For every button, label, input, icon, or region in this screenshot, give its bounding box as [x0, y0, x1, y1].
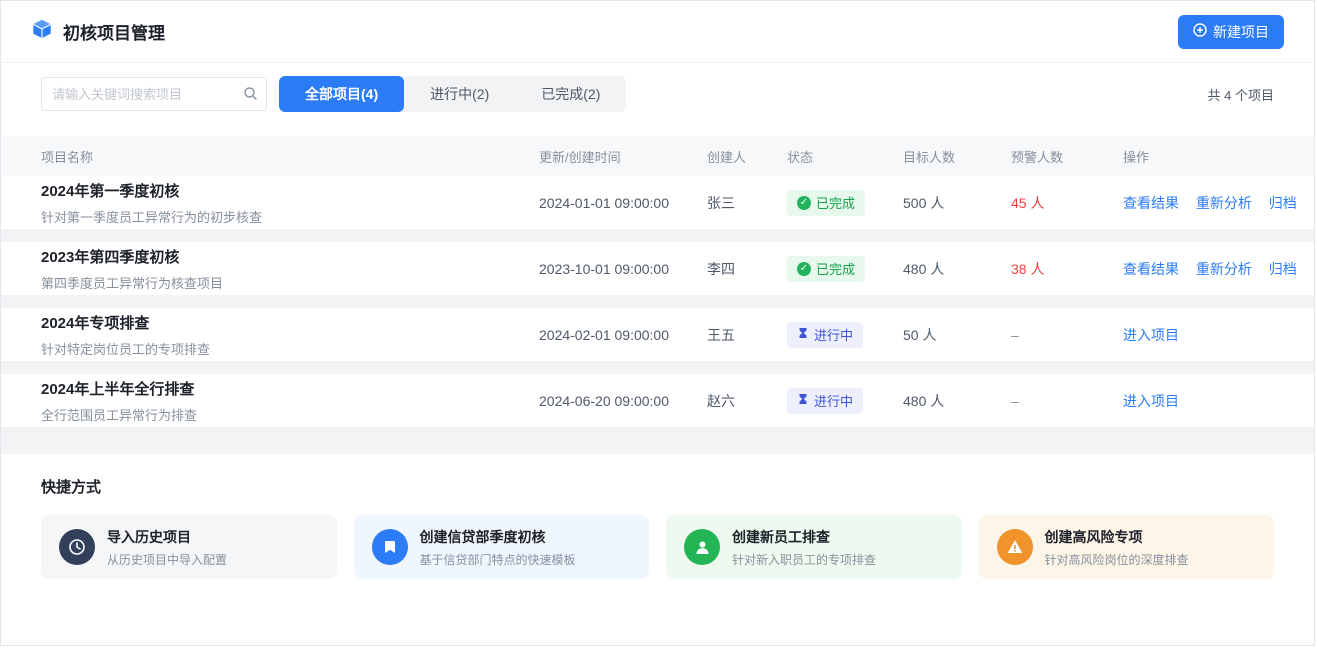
- shortcut-credit-dept-review[interactable]: 创建信贷部季度初核 基于信贷部门特点的快速模板: [354, 515, 650, 579]
- project-time: 2024-06-20 09:00:00: [539, 393, 707, 409]
- user-icon: [684, 529, 720, 565]
- action-enter-project[interactable]: 进入项目: [1123, 393, 1179, 409]
- action-enter-project[interactable]: 进入项目: [1123, 327, 1179, 343]
- action-reanalyze[interactable]: 重新分析: [1196, 195, 1252, 211]
- project-creator: 李四: [707, 259, 787, 279]
- tab-in-progress[interactable]: 进行中(2): [404, 76, 515, 112]
- project-management-page: 初核项目管理 新建项目 全部项目(4) 进行中(2): [0, 0, 1315, 646]
- project-time: 2023-10-01 09:00:00: [539, 261, 707, 277]
- row-actions: 查看结果 重新分析 归档: [1123, 259, 1314, 279]
- target-count: 480 人: [903, 259, 1011, 279]
- shortcut-title: 创建新员工排查: [732, 527, 876, 547]
- project-subtitle: 第四季度员工异常行为核查项目: [41, 273, 539, 292]
- table-row: 2024年专项排查 针对特定岗位员工的专项排查 2024-02-01 09:00…: [1, 308, 1314, 374]
- bookmark-icon: [372, 529, 408, 565]
- tab-all-projects[interactable]: 全部项目(4): [279, 76, 404, 112]
- status-badge: ✓ 已完成: [787, 256, 865, 282]
- target-count: 480 人: [903, 391, 1011, 411]
- col-header-name: 项目名称: [41, 147, 539, 166]
- section-divider: [1, 440, 1314, 454]
- tab-completed[interactable]: 已完成(2): [515, 76, 626, 112]
- table-row: 2024年第一季度初核 针对第一季度员工异常行为的初步核查 2024-01-01…: [1, 176, 1314, 242]
- target-count: 50 人: [903, 325, 1011, 345]
- shortcuts-section: 快捷方式 导入历史项目 从历史项目中导入配置: [1, 454, 1314, 579]
- table-header: 项目名称 更新/创建时间 创建人 状态 目标人数 预警人数 操作: [1, 136, 1314, 176]
- warning-count: 45 人: [1011, 193, 1123, 213]
- shortcut-new-employee-check[interactable]: 创建新员工排查 针对新入职员工的专项排查: [666, 515, 962, 579]
- project-subtitle: 针对特定岗位员工的专项排查: [41, 339, 539, 358]
- action-archive[interactable]: 归档: [1269, 261, 1297, 277]
- shortcut-title: 导入历史项目: [107, 527, 227, 547]
- check-circle-icon: ✓: [797, 196, 811, 210]
- col-header-warning: 预警人数: [1011, 147, 1123, 166]
- search-box: [41, 77, 267, 111]
- toolbar: 全部项目(4) 进行中(2) 已完成(2) 共 4 个项目: [41, 76, 1274, 112]
- total-count-text: 共 4 个项目: [1208, 85, 1274, 104]
- col-header-time: 更新/创建时间: [539, 147, 707, 166]
- shortcut-subtitle: 针对新入职员工的专项排查: [732, 551, 876, 568]
- new-project-button[interactable]: 新建项目: [1178, 15, 1284, 49]
- project-time: 2024-02-01 09:00:00: [539, 327, 707, 343]
- project-title: 2024年专项排查: [41, 312, 539, 333]
- action-archive[interactable]: 归档: [1269, 195, 1297, 211]
- col-header-target: 目标人数: [903, 147, 1011, 166]
- warning-count: –: [1011, 327, 1123, 343]
- status-badge: 进行中: [787, 322, 863, 348]
- page-header: 初核项目管理 新建项目: [1, 1, 1314, 63]
- row-actions: 查看结果 重新分析 归档: [1123, 193, 1314, 213]
- hourglass-icon: [797, 327, 809, 342]
- row-actions: 进入项目: [1123, 325, 1314, 345]
- clock-icon: [59, 529, 95, 565]
- status-badge: 进行中: [787, 388, 863, 414]
- page-title: 初核项目管理: [63, 19, 165, 44]
- project-subtitle: 全行范围员工异常行为排查: [41, 405, 539, 424]
- shortcut-import-history[interactable]: 导入历史项目 从历史项目中导入配置: [41, 515, 337, 579]
- project-subtitle: 针对第一季度员工异常行为的初步核查: [41, 207, 539, 226]
- shortcut-title: 创建信贷部季度初核: [420, 527, 576, 547]
- hourglass-icon: [797, 393, 809, 408]
- col-header-status: 状态: [787, 147, 903, 166]
- table-row: 2023年第四季度初核 第四季度员工异常行为核查项目 2023-10-01 09…: [1, 242, 1314, 308]
- col-header-actions: 操作: [1123, 147, 1314, 166]
- status-badge: ✓ 已完成: [787, 190, 865, 216]
- shortcut-title: 创建高风险专项: [1045, 527, 1189, 547]
- row-actions: 进入项目: [1123, 391, 1314, 411]
- shortcut-subtitle: 针对高风险岗位的深度排查: [1045, 551, 1189, 568]
- shortcut-cards: 导入历史项目 从历史项目中导入配置 创建信贷部季度初核 基于信贷部门特点的快速模…: [41, 515, 1274, 579]
- shortcut-subtitle: 从历史项目中导入配置: [107, 551, 227, 568]
- warning-count: 38 人: [1011, 259, 1123, 279]
- project-title: 2024年上半年全行排查: [41, 378, 539, 399]
- shortcuts-heading: 快捷方式: [41, 476, 1274, 497]
- project-title: 2024年第一季度初核: [41, 180, 539, 201]
- new-project-label: 新建项目: [1213, 22, 1269, 42]
- plus-circle-icon: [1193, 23, 1207, 40]
- check-circle-icon: ✓: [797, 262, 811, 276]
- project-time: 2024-01-01 09:00:00: [539, 195, 707, 211]
- col-header-creator: 创建人: [707, 147, 787, 166]
- warning-triangle-icon: [997, 529, 1033, 565]
- shortcut-high-risk-special[interactable]: 创建高风险专项 针对高风险岗位的深度排查: [979, 515, 1275, 579]
- shortcut-subtitle: 基于信贷部门特点的快速模板: [420, 551, 576, 568]
- project-creator: 张三: [707, 193, 787, 213]
- target-count: 500 人: [903, 193, 1011, 213]
- app-logo-title: 初核项目管理: [31, 18, 165, 45]
- action-view-results[interactable]: 查看结果: [1123, 195, 1179, 211]
- search-icon: [243, 86, 258, 106]
- cube-logo-icon: [31, 18, 53, 45]
- action-view-results[interactable]: 查看结果: [1123, 261, 1179, 277]
- search-input[interactable]: [41, 77, 267, 111]
- filter-tabs: 全部项目(4) 进行中(2) 已完成(2): [279, 76, 626, 112]
- table-row: 2024年上半年全行排查 全行范围员工异常行为排查 2024-06-20 09:…: [1, 374, 1314, 440]
- project-creator: 赵六: [707, 391, 787, 411]
- project-creator: 王五: [707, 325, 787, 345]
- project-title: 2023年第四季度初核: [41, 246, 539, 267]
- warning-count: –: [1011, 393, 1123, 409]
- action-reanalyze[interactable]: 重新分析: [1196, 261, 1252, 277]
